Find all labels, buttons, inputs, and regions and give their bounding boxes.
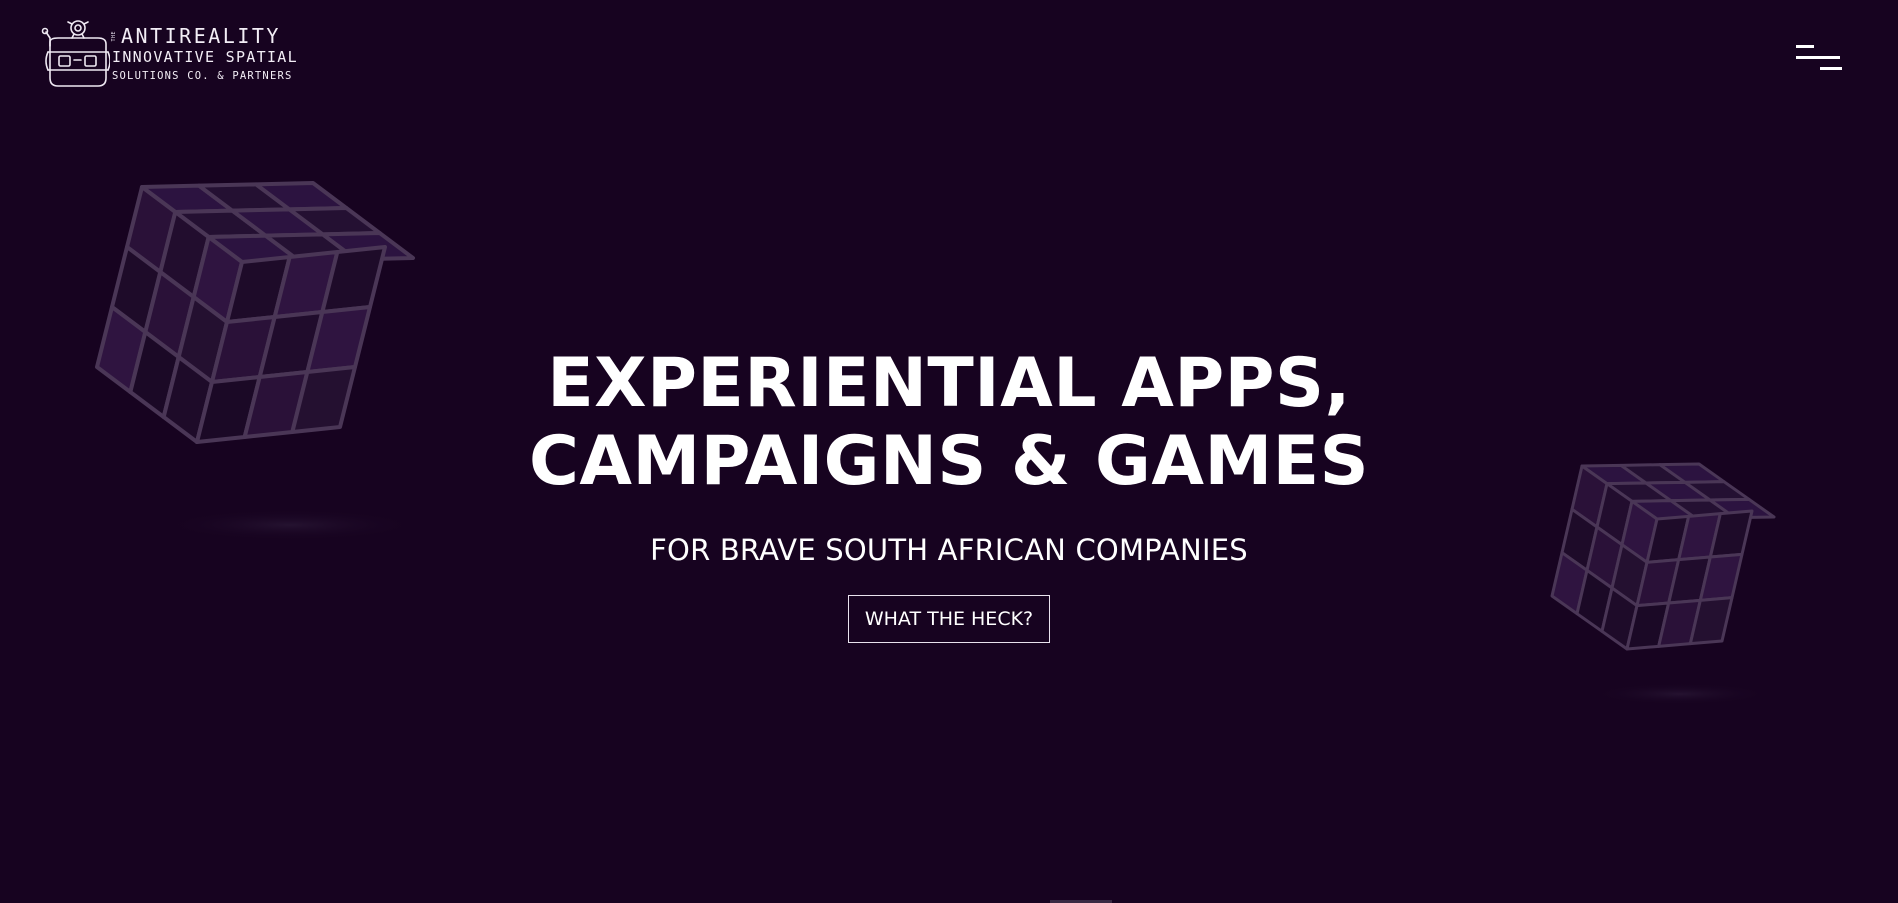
logo-wordmark: THE ANTIREALITY INNOVATIVE SPATIAL SOLUT… xyxy=(111,24,298,82)
hero-title-line1: EXPERIENTIAL APPS, xyxy=(547,344,1351,423)
what-the-heck-button[interactable]: WHAT THE HECK? xyxy=(847,595,1051,643)
logo-tagline-line2: SOLUTIONS CO. & PARTNERS xyxy=(112,70,293,82)
logo-tagline-line1: INNOVATIVE SPATIAL xyxy=(112,48,298,66)
hero-section: EXPERIENTIAL APPS, CAMPAIGNS & GAMES FOR… xyxy=(0,345,1898,643)
viewmaster-logo-icon xyxy=(41,20,110,87)
hero-title-line2: CAMPAIGNS & GAMES xyxy=(528,422,1370,501)
site-logo[interactable]: THE ANTIREALITY INNOVATIVE SPATIAL SOLUT… xyxy=(38,18,298,90)
menu-button[interactable] xyxy=(1796,42,1842,74)
logo-the-label: THE xyxy=(111,30,117,42)
logo-brand-name: ANTIREALITY xyxy=(121,24,281,48)
landing-page: THE ANTIREALITY INNOVATIVE SPATIAL SOLUT… xyxy=(0,0,1898,903)
hero-title: EXPERIENTIAL APPS, CAMPAIGNS & GAMES xyxy=(0,345,1898,501)
hero-subtitle: FOR BRAVE SOUTH AFRICAN COMPANIES xyxy=(650,533,1248,567)
